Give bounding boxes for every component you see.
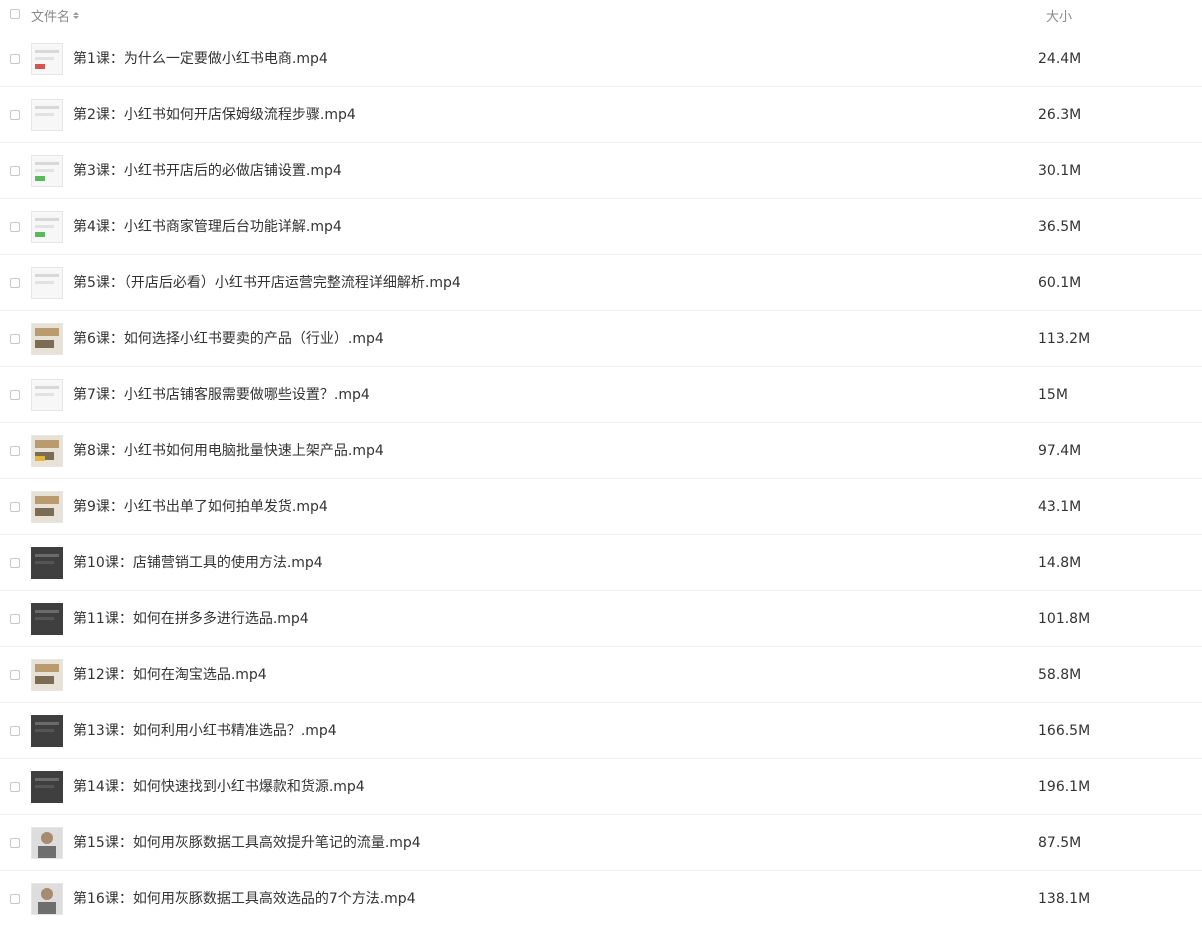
video-thumbnail-icon[interactable] <box>31 715 63 747</box>
file-row[interactable]: 第16课：如何用灰豚数据工具高效选品的7个方法.mp4 138.1M <box>0 871 1202 925</box>
sort-icon[interactable] <box>73 12 80 19</box>
file-row[interactable]: 第2课：小红书如何开店保姆级流程步骤.mp4 26.3M <box>0 87 1202 143</box>
file-name[interactable]: 第9课：小红书出单了如何拍单发货.mp4 <box>73 498 328 516</box>
file-row[interactable]: 第14课：如何快速找到小红书爆款和货源.mp4 196.1M <box>0 759 1202 815</box>
row-checkbox[interactable] <box>10 166 20 176</box>
file-row[interactable]: 第15课：如何用灰豚数据工具高效提升笔记的流量.mp4 87.5M <box>0 815 1202 871</box>
video-thumbnail-icon[interactable] <box>31 379 63 411</box>
file-size: 87.5M <box>1038 835 1082 851</box>
row-checkbox[interactable] <box>10 390 20 400</box>
file-size: 101.8M <box>1038 611 1091 627</box>
file-size: 138.1M <box>1038 891 1091 907</box>
file-name[interactable]: 第10课：店铺营销工具的使用方法.mp4 <box>73 554 323 572</box>
file-size: 14.8M <box>1038 555 1082 571</box>
video-thumbnail-icon[interactable] <box>31 323 63 355</box>
file-name[interactable]: 第4课：小红书商家管理后台功能详解.mp4 <box>73 218 342 236</box>
file-name[interactable]: 第8课：小红书如何用电脑批量快速上架产品.mp4 <box>73 442 384 460</box>
video-thumbnail-icon[interactable] <box>31 883 63 915</box>
file-name[interactable]: 第12课：如何在淘宝选品.mp4 <box>73 666 267 684</box>
file-size: 60.1M <box>1038 275 1082 291</box>
file-row[interactable]: 第9课：小红书出单了如何拍单发货.mp4 43.1M <box>0 479 1202 535</box>
file-row[interactable]: 第1课：为什么一定要做小红书电商.mp4 24.4M <box>0 31 1202 87</box>
file-name[interactable]: 第5课：（开店后必看）小红书开店运营完整流程详细解析.mp4 <box>73 274 461 292</box>
video-thumbnail-icon[interactable] <box>31 603 63 635</box>
video-thumbnail-icon[interactable] <box>31 771 63 803</box>
row-checkbox[interactable] <box>10 278 20 288</box>
file-list: 文件名 大小 第1课：为什么一定要做小红书电商.mp4 24.4M 第2课：小红书如… <box>0 0 1202 925</box>
row-checkbox[interactable] <box>10 726 20 736</box>
video-thumbnail-icon[interactable] <box>31 659 63 691</box>
video-thumbnail-icon[interactable] <box>31 827 63 859</box>
row-checkbox[interactable] <box>10 334 20 344</box>
row-checkbox[interactable] <box>10 670 20 680</box>
select-all-checkbox[interactable] <box>10 9 20 19</box>
file-name[interactable]: 第13课：如何利用小红书精准选品？.mp4 <box>73 722 337 740</box>
file-name[interactable]: 第7课：小红书店铺客服需要做哪些设置？.mp4 <box>73 386 370 404</box>
row-checkbox[interactable] <box>10 894 20 904</box>
file-row[interactable]: 第11课：如何在拼多多进行选品.mp4 101.8M <box>0 591 1202 647</box>
row-checkbox[interactable] <box>10 838 20 848</box>
video-thumbnail-icon[interactable] <box>31 155 63 187</box>
file-row[interactable]: 第10课：店铺营销工具的使用方法.mp4 14.8M <box>0 535 1202 591</box>
row-checkbox[interactable] <box>10 502 20 512</box>
file-size: 58.8M <box>1038 667 1082 683</box>
file-name[interactable]: 第14课：如何快速找到小红书爆款和货源.mp4 <box>73 778 365 796</box>
video-thumbnail-icon[interactable] <box>31 211 63 243</box>
file-name[interactable]: 第1课：为什么一定要做小红书电商.mp4 <box>73 50 328 68</box>
file-name[interactable]: 第11课：如何在拼多多进行选品.mp4 <box>73 610 309 628</box>
file-name[interactable]: 第16课：如何用灰豚数据工具高效选品的7个方法.mp4 <box>73 890 416 908</box>
file-size: 36.5M <box>1038 219 1082 235</box>
list-header: 文件名 大小 <box>0 0 1202 30</box>
file-row[interactable]: 第12课：如何在淘宝选品.mp4 58.8M <box>0 647 1202 703</box>
video-thumbnail-icon[interactable] <box>31 99 63 131</box>
file-size: 43.1M <box>1038 499 1082 515</box>
file-row[interactable]: 第6课：如何选择小红书要卖的产品（行业）.mp4 113.2M <box>0 311 1202 367</box>
file-row[interactable]: 第5课：（开店后必看）小红书开店运营完整流程详细解析.mp4 60.1M <box>0 255 1202 311</box>
row-checkbox[interactable] <box>10 222 20 232</box>
file-name[interactable]: 第3课：小红书开店后的必做店铺设置.mp4 <box>73 162 342 180</box>
file-name[interactable]: 第6课：如何选择小红书要卖的产品（行业）.mp4 <box>73 330 384 348</box>
video-thumbnail-icon[interactable] <box>31 435 63 467</box>
file-row[interactable]: 第8课：小红书如何用电脑批量快速上架产品.mp4 97.4M <box>0 423 1202 479</box>
row-checkbox[interactable] <box>10 614 20 624</box>
video-thumbnail-icon[interactable] <box>31 547 63 579</box>
file-size: 30.1M <box>1038 163 1082 179</box>
file-size: 196.1M <box>1038 779 1091 795</box>
file-name[interactable]: 第15课：如何用灰豚数据工具高效提升笔记的流量.mp4 <box>73 834 421 852</box>
file-size: 15M <box>1038 387 1068 403</box>
name-column-header[interactable]: 文件名 <box>31 6 80 25</box>
file-rows: 第1课：为什么一定要做小红书电商.mp4 24.4M 第2课：小红书如何开店保姆级流… <box>0 31 1202 925</box>
size-column-header[interactable]: 大小 <box>1046 6 1072 25</box>
file-size: 166.5M <box>1038 723 1091 739</box>
video-thumbnail-icon[interactable] <box>31 491 63 523</box>
file-size: 113.2M <box>1038 331 1091 347</box>
video-thumbnail-icon[interactable] <box>31 267 63 299</box>
file-row[interactable]: 第4课：小红书商家管理后台功能详解.mp4 36.5M <box>0 199 1202 255</box>
file-size: 97.4M <box>1038 443 1082 459</box>
row-checkbox[interactable] <box>10 110 20 120</box>
file-size: 24.4M <box>1038 51 1082 67</box>
name-column-label: 文件名 <box>31 10 71 25</box>
video-thumbnail-icon[interactable] <box>31 43 63 75</box>
row-checkbox[interactable] <box>10 54 20 64</box>
file-row[interactable]: 第3课：小红书开店后的必做店铺设置.mp4 30.1M <box>0 143 1202 199</box>
row-checkbox[interactable] <box>10 446 20 456</box>
file-name[interactable]: 第2课：小红书如何开店保姆级流程步骤.mp4 <box>73 106 356 124</box>
file-row[interactable]: 第7课：小红书店铺客服需要做哪些设置？.mp4 15M <box>0 367 1202 423</box>
file-row[interactable]: 第13课：如何利用小红书精准选品？.mp4 166.5M <box>0 703 1202 759</box>
file-size: 26.3M <box>1038 107 1082 123</box>
row-checkbox[interactable] <box>10 782 20 792</box>
row-checkbox[interactable] <box>10 558 20 568</box>
